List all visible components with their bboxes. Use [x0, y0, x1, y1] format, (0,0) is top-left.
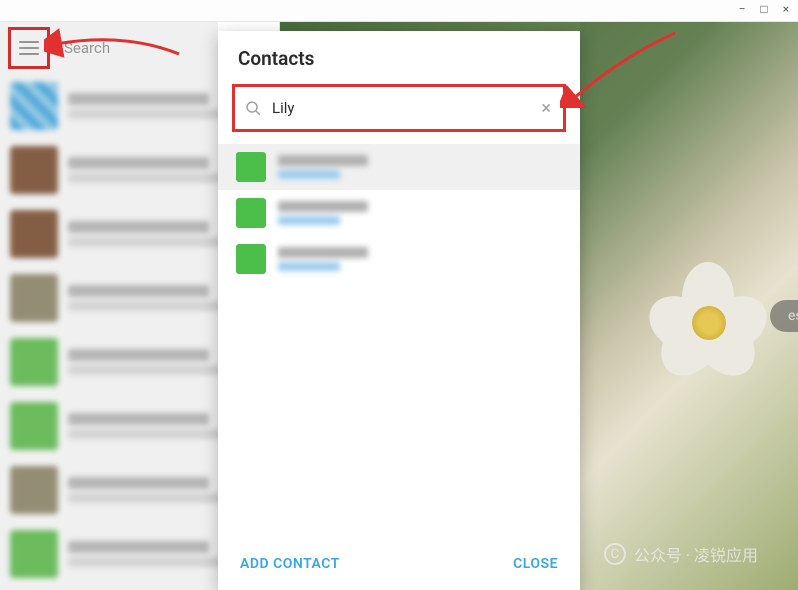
window-controls: − □ ×: [736, 3, 792, 15]
title-bar: − □ ×: [0, 0, 798, 22]
contact-result[interactable]: [218, 144, 580, 190]
contacts-results: [218, 144, 580, 282]
watermark: C 公众号 · 凌锐应用: [604, 542, 758, 566]
start-messaging-chip[interactable]: essaging: [770, 300, 798, 332]
modal-title: Contacts: [218, 31, 580, 84]
sidebar-search-placeholder[interactable]: Search: [64, 39, 110, 57]
contacts-modal: Contacts ×: [218, 31, 580, 590]
add-contact-button[interactable]: ADD CONTACT: [240, 556, 340, 572]
maximize-button[interactable]: □: [758, 3, 770, 15]
close-window-button[interactable]: ×: [780, 3, 792, 15]
minimize-button[interactable]: −: [736, 3, 748, 15]
avatar: [236, 244, 266, 274]
background-flower: [648, 262, 768, 382]
contacts-search-input[interactable]: [272, 99, 529, 117]
search-icon: [245, 100, 262, 117]
contact-result[interactable]: [218, 236, 580, 282]
avatar: [236, 152, 266, 182]
contact-result[interactable]: [218, 190, 580, 236]
avatar: [236, 198, 266, 228]
watermark-badge-icon: C: [604, 543, 626, 565]
close-modal-button[interactable]: CLOSE: [513, 556, 558, 572]
hamburger-highlight: [8, 27, 50, 69]
contacts-search-row: ×: [232, 84, 566, 132]
modal-footer: ADD CONTACT CLOSE: [218, 540, 580, 590]
clear-search-icon[interactable]: ×: [539, 98, 553, 119]
menu-icon[interactable]: [19, 41, 39, 55]
watermark-text: 公众号 · 凌锐应用: [634, 542, 758, 566]
